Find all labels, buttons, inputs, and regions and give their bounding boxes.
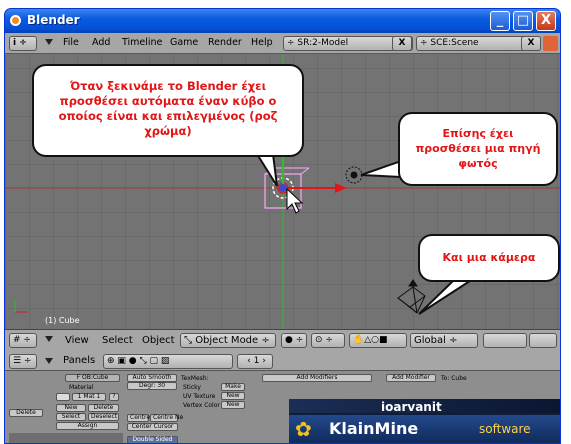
menu-render[interactable]: Render xyxy=(208,37,242,48)
window-type-button[interactable]: # ÷ xyxy=(9,333,37,348)
deselect-material-button[interactable]: Deselect xyxy=(88,413,119,421)
lamp-icon xyxy=(345,166,363,184)
buttons-window-header: ☰ ÷ Panels ⊕ ▣ ● ⤡ ▢ ▨ ‹ 1 › xyxy=(5,351,560,371)
buttons-window: ☰ ÷ Panels ⊕ ▣ ● ⤡ ▢ ▨ ‹ 1 › F OB:Cube M… xyxy=(5,351,560,443)
vertex-color-new-button[interactable]: New xyxy=(221,401,245,409)
center-new-button[interactable]: Centre Ne xyxy=(150,414,183,422)
header-collapse-icon[interactable] xyxy=(45,336,53,342)
close-button[interactable]: X xyxy=(536,11,556,31)
sticky-label: Sticky xyxy=(183,384,201,391)
buttons-collapse-icon[interactable] xyxy=(45,358,53,364)
active-object-label: (1) Cube xyxy=(45,316,80,325)
delete-material-button[interactable]: Delete xyxy=(88,404,119,412)
material-label: Material xyxy=(69,384,94,391)
title-bar: Blender _ □ X xyxy=(5,9,560,33)
material-help[interactable]: ? xyxy=(109,393,119,401)
pivot-button[interactable]: ⊙ ÷ xyxy=(311,333,345,348)
maximize-button[interactable]: □ xyxy=(513,11,533,31)
delete-button[interactable]: Delete xyxy=(9,409,43,417)
new-material-button[interactable]: New xyxy=(56,404,86,412)
view-menu[interactable]: View xyxy=(65,335,89,346)
material-color-swatch[interactable] xyxy=(56,393,70,401)
buttons-window-type[interactable]: ☰ ÷ xyxy=(9,354,37,369)
material-slot[interactable]: 1 Mat 1 xyxy=(72,393,106,401)
3d-viewport[interactable]: Όταν ξεκινάμε το Blender έχει προσθέσει … xyxy=(5,54,560,329)
panels-menu[interactable]: Panels xyxy=(63,355,95,366)
menu-timeline[interactable]: Timeline xyxy=(122,37,162,48)
smooth-degree-field[interactable]: Degr: 30 xyxy=(127,382,177,390)
window-title: Blender xyxy=(27,13,80,27)
center-button[interactable]: Centre xyxy=(127,414,150,422)
auto-smooth-toggle[interactable]: Auto Smooth xyxy=(127,374,177,382)
context-buttons[interactable]: ⊕ ▣ ● ⤡ ▢ ▨ xyxy=(103,354,233,369)
texmesh-label: TexMesh: xyxy=(181,375,209,382)
frame-counter[interactable]: ‹ 1 › xyxy=(237,354,273,369)
manipulator-buttons[interactable]: ✋△○■ xyxy=(349,333,407,348)
vertex-color-label: Vertex Color xyxy=(183,402,220,409)
link-panel-footer xyxy=(9,433,123,443)
mode-select[interactable]: ⤡ Object Mode ÷ xyxy=(180,333,276,348)
menu-game[interactable]: Game xyxy=(170,37,198,48)
object-name-field[interactable]: F OB:Cube xyxy=(65,374,120,382)
add-modifier-button[interactable]: Add Modifier xyxy=(386,374,436,382)
logo-suffix: software xyxy=(479,422,531,436)
draw-type-button[interactable]: ● ÷ xyxy=(281,333,307,348)
menu-collapse-icon[interactable] xyxy=(45,39,53,45)
blender-app-icon xyxy=(10,15,21,26)
center-cursor-button[interactable]: Center Cursor xyxy=(127,423,178,431)
uv-new-button[interactable]: New xyxy=(221,392,245,400)
lamp-callout: Επίσης έχει προσθέσει μια πηγή φωτός xyxy=(398,112,558,186)
sticky-make-button[interactable]: Make xyxy=(221,383,245,391)
uv-texture-label: UV Texture xyxy=(183,393,216,400)
klainmine-logo: ioarvanit ✿ KlainMine software xyxy=(289,399,560,443)
logo-gear-icon: ✿ xyxy=(295,417,312,441)
blender-window: Blender _ □ X i ÷ File Add Timeline Game… xyxy=(4,8,561,444)
orientation-select[interactable]: Global ÷ xyxy=(410,333,478,348)
select-menu[interactable]: Select xyxy=(102,335,133,346)
info-window-type-button[interactable]: i ÷ xyxy=(9,36,37,51)
screen-delete-button[interactable]: X xyxy=(392,36,412,51)
mouse-cursor-icon xyxy=(286,187,304,214)
camera-icon xyxy=(397,279,426,314)
add-modifiers-panel[interactable]: Add Modifiers xyxy=(262,374,372,382)
double-sided-toggle[interactable]: Double Sided xyxy=(127,436,178,443)
logo-brand: KlainMine xyxy=(329,419,419,438)
layer-buttons-1[interactable] xyxy=(483,333,527,348)
object-menu[interactable]: Object xyxy=(142,335,175,346)
menu-help[interactable]: Help xyxy=(251,37,273,48)
assign-material-button[interactable]: Assign xyxy=(56,422,119,430)
camera-callout: Και μια κάμερα xyxy=(418,234,560,282)
mini-axis-icon xyxy=(14,300,27,313)
menu-file[interactable]: File xyxy=(63,37,79,48)
modifier-target-label: To: Cube xyxy=(441,375,467,382)
main-menu-bar: i ÷ File Add Timeline Game Render Help ÷… xyxy=(5,33,560,54)
scene-delete-button[interactable]: X xyxy=(521,36,541,51)
select-material-button[interactable]: Select xyxy=(56,413,86,421)
3d-view-header: # ÷ View Select Object ⤡ Object Mode ÷ ●… xyxy=(5,329,560,351)
cube-callout: Όταν ξεκινάμε το Blender έχει προσθέσει … xyxy=(32,64,304,157)
layer-buttons-2[interactable] xyxy=(529,333,557,348)
logo-username: ioarvanit xyxy=(381,400,442,414)
partial-window-close-icon[interactable] xyxy=(543,36,558,51)
minimize-button[interactable]: _ xyxy=(490,11,510,31)
menu-add[interactable]: Add xyxy=(92,37,110,48)
